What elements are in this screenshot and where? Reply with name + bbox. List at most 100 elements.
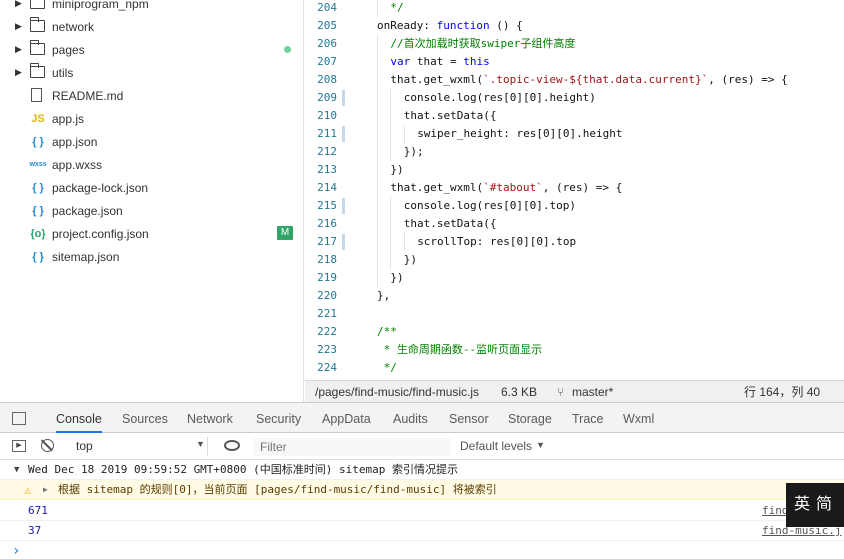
- chevron-right-icon[interactable]: ▶: [15, 67, 23, 78]
- tree-file[interactable]: JS app.js: [0, 107, 303, 130]
- levels-chevron-icon: ▼: [536, 440, 545, 450]
- tree-item-label: app.js: [52, 111, 85, 126]
- line-number: 208: [317, 73, 337, 86]
- code-token: */: [390, 1, 404, 14]
- tab-wxml[interactable]: Wxml: [623, 403, 654, 433]
- code-text: * 生命周期函数--监听页面显示: [377, 341, 543, 359]
- code-line[interactable]: 220},: [305, 287, 844, 305]
- code-editor[interactable]: 204 */ 205 onReady: function () {206 //首次加载时…: [305, 0, 844, 380]
- git-branch[interactable]: master*: [572, 385, 613, 399]
- code-text: }): [390, 161, 403, 179]
- tab-trace[interactable]: Trace: [572, 403, 604, 433]
- indent-guide: [390, 215, 392, 233]
- indent-guide: [377, 107, 378, 125]
- eye-icon[interactable]: [224, 440, 240, 451]
- inspect-element-icon[interactable]: [12, 412, 26, 425]
- git-modified-badge: M: [277, 226, 293, 240]
- code-line[interactable]: 215 console.log(res[0][0].top): [305, 197, 844, 215]
- indent-guide: [390, 125, 392, 143]
- console-prompt[interactable]: ›: [0, 542, 844, 559]
- code-text: var that = this: [390, 53, 489, 71]
- code-line[interactable]: 221: [305, 305, 844, 323]
- code-text: */: [390, 0, 403, 17]
- code-line[interactable]: 204 */: [305, 0, 844, 17]
- editor-status-bar: /pages/find-music/find-music.js 6.3 KB ⑂…: [305, 380, 844, 402]
- code-text: /**: [377, 323, 397, 341]
- tree-file[interactable]: { } package-lock.json: [0, 176, 303, 199]
- tree-file[interactable]: { } package.json: [0, 199, 303, 222]
- code-text: that.get_wxml(`.topic-view-${that.data.c…: [390, 71, 787, 89]
- tab-sources[interactable]: Sources: [122, 403, 168, 433]
- change-marker: [342, 126, 345, 142]
- levels-select[interactable]: Default levels: [460, 439, 532, 453]
- code-line[interactable]: 206 //首次加载时获取swiper子组件高度: [305, 35, 844, 53]
- tree-file[interactable]: README.md: [0, 84, 303, 107]
- code-line[interactable]: 219}): [305, 269, 844, 287]
- indent-guide: [390, 143, 392, 161]
- tab-network[interactable]: Network: [187, 403, 233, 433]
- sidebar-toggle-icon[interactable]: ▶: [12, 440, 26, 452]
- chevron-down-icon: ▼: [196, 439, 205, 449]
- log-source-link[interactable]: find: [762, 501, 789, 521]
- indent-guide: [377, 179, 378, 197]
- tree-folder[interactable]: ▶ pages: [0, 38, 303, 61]
- tree-file[interactable]: { } app.json: [0, 130, 303, 153]
- tab-sensor[interactable]: Sensor: [449, 403, 489, 433]
- group-text: Wed Dec 18 2019 09:59:52 GMT+0800 (中国标准时…: [28, 463, 459, 476]
- code-line[interactable]: 214 that.get_wxml(`#tabout`, (res) => {: [305, 179, 844, 197]
- tree-folder[interactable]: ▶ network: [0, 15, 303, 38]
- code-text: },: [377, 287, 390, 305]
- tree-file[interactable]: wxss app.wxss: [0, 153, 303, 176]
- tab-appdata[interactable]: AppData: [322, 403, 371, 433]
- code-line[interactable]: 218}): [305, 251, 844, 269]
- context-select[interactable]: top ▼: [68, 437, 208, 456]
- tab-audits[interactable]: Audits: [393, 403, 428, 433]
- ime-indicator[interactable]: 英简: [786, 483, 844, 527]
- line-number: 209: [317, 91, 337, 104]
- code-line[interactable]: 211 swiper_height: res[0][0].height: [305, 125, 844, 143]
- indent-guide: [403, 233, 405, 251]
- indent-guide: [377, 215, 378, 233]
- indent-guide: [403, 125, 405, 143]
- tree-folder[interactable]: ▶ miniprogram_npm: [0, 0, 303, 15]
- code-line[interactable]: 207 var that = this: [305, 53, 844, 71]
- code-line[interactable]: 222 /**: [305, 323, 844, 341]
- console-warning[interactable]: ⚠ ▶ 根据 sitemap 的规则[0]，当前页面 [pages/find-m…: [0, 480, 844, 500]
- code-line[interactable]: 223 * 生命周期函数--监听页面显示: [305, 341, 844, 359]
- tree-file[interactable]: {o} project.config.json M: [0, 222, 303, 245]
- code-token: , (res) => {: [708, 73, 788, 86]
- code-line[interactable]: 216 that.setData({: [305, 215, 844, 233]
- code-line[interactable]: 209 console.log(res[0][0].height): [305, 89, 844, 107]
- code-token: , (res) => {: [542, 181, 623, 194]
- file-size: 6.3 KB: [501, 384, 538, 399]
- code-line[interactable]: 224 */: [305, 359, 844, 377]
- tree-folder[interactable]: ▶ utils: [0, 61, 303, 84]
- group-expand-icon[interactable]: ▼: [14, 460, 19, 480]
- console-output: ▼ Wed Dec 18 2019 09:59:52 GMT+0800 (中国标…: [0, 460, 844, 559]
- tree-file[interactable]: { } sitemap.json: [0, 245, 303, 268]
- code-line[interactable]: 210 that.setData({: [305, 107, 844, 125]
- modified-dot-icon: [284, 46, 291, 53]
- tree-item-label: project.config.json: [52, 226, 149, 241]
- chevron-right-icon[interactable]: ▶: [15, 21, 23, 32]
- code-line[interactable]: 217 scrollTop: res[0][0].top: [305, 233, 844, 251]
- code-line[interactable]: 208 that.get_wxml(`.topic-view-${that.dat…: [305, 71, 844, 89]
- code-token: }): [390, 163, 404, 176]
- tab-console[interactable]: Console: [56, 403, 102, 433]
- indent-guide: [377, 35, 378, 53]
- warning-expand-icon[interactable]: ▶: [43, 480, 48, 500]
- console-log-row: 671 find: [0, 501, 844, 521]
- console-group[interactable]: ▼ Wed Dec 18 2019 09:59:52 GMT+0800 (中国标…: [0, 460, 844, 480]
- indent-guide: [377, 125, 378, 143]
- chevron-right-icon[interactable]: ▶: [15, 44, 23, 55]
- filter-input[interactable]: [254, 438, 450, 456]
- tree-item-label: sitemap.json: [52, 249, 120, 264]
- tab-storage[interactable]: Storage: [508, 403, 552, 433]
- code-line[interactable]: 213}): [305, 161, 844, 179]
- tab-security[interactable]: Security: [256, 403, 301, 433]
- devtools-tab-bar: Console Sources Network Security AppData Audi…: [0, 403, 844, 433]
- line-number: 215: [317, 199, 337, 212]
- chevron-right-icon[interactable]: ▶: [15, 0, 23, 9]
- code-line[interactable]: 205 onReady: function () {: [305, 17, 844, 35]
- code-line[interactable]: 212});: [305, 143, 844, 161]
